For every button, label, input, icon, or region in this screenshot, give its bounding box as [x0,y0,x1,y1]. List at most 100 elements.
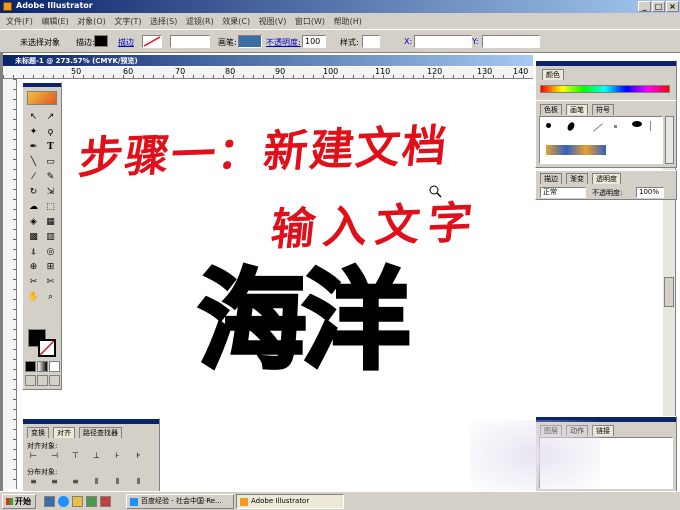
quicklaunch-folder-icon[interactable] [72,496,83,507]
start-button[interactable]: 开始 [2,494,36,509]
tab-stroke[interactable]: 描边 [540,173,562,184]
opacity-link[interactable]: 不透明度: [266,37,301,48]
blend-mode-select[interactable]: 正常 [540,187,586,198]
y-field[interactable] [482,35,540,48]
distribute-left-icon[interactable]: ⦀ [90,477,103,488]
minimize-button[interactable]: _ [638,1,651,12]
stroke-link[interactable]: 描边 [118,37,134,48]
menu-filter[interactable]: 滤镜(R) [186,16,214,27]
maximize-button[interactable]: □ [652,1,665,12]
rotate-tool-icon[interactable]: ↻ [25,184,42,199]
align-vcenter-icon[interactable]: ⊦ [111,451,124,462]
brush-dot-small-icon[interactable] [546,123,551,128]
quicklaunch-extra-icon[interactable] [100,496,111,507]
tools-panel-header[interactable] [23,83,61,87]
none-mode-icon[interactable] [49,361,60,372]
align-panel-header[interactable] [23,419,159,424]
panel-scrollbar[interactable] [665,116,674,164]
warp-tool-icon[interactable]: ☁ [25,199,42,214]
document-title-bar[interactable]: 未标题-1 @ 273.57% (CMYK/预览) [3,55,533,66]
tab-transform[interactable]: 变换 [27,427,49,438]
live-paint-tool-icon[interactable]: ⊕ [25,259,42,274]
tab-symbols[interactable]: 符号 [592,104,614,115]
screen-mode-full-icon[interactable] [49,375,60,386]
quicklaunch-desktop-icon[interactable] [44,496,55,507]
tab-color[interactable]: 颜色 [542,69,564,80]
live-paint-selection-tool-icon[interactable]: ⊞ [42,259,59,274]
blend-tool-icon[interactable]: ◎ [42,244,59,259]
pen-tool-icon[interactable]: ✒ [25,139,42,154]
screen-mode-menu-icon[interactable] [37,375,48,386]
gradient-tool-icon[interactable]: ▥ [42,229,59,244]
magic-wand-tool-icon[interactable]: ✦ [25,124,42,139]
menu-help[interactable]: 帮助(H) [334,16,362,27]
free-transform-tool-icon[interactable]: ⬚ [42,199,59,214]
tab-pathfinder[interactable]: 路径查找器 [79,427,122,438]
style-swatch[interactable] [362,35,380,48]
menu-type[interactable]: 文字(T) [114,16,141,27]
paintbrush-tool-icon[interactable]: ⁄ [25,169,42,184]
align-right-icon[interactable]: ⊤ [69,451,82,462]
tab-transparency[interactable]: 透明度 [592,173,621,184]
stroke-weight-field[interactable] [170,35,210,48]
align-bottom-icon[interactable]: ⊧ [132,451,145,462]
slice-tool-icon[interactable]: ✂ [25,274,42,289]
gradient-mode-icon[interactable] [37,361,48,372]
taskbar-item-illustrator[interactable]: Adobe Illustrator [236,494,344,509]
lasso-tool-icon[interactable]: ϙ [42,124,59,139]
stroke-color-swatch[interactable] [38,339,56,357]
hand-tool-icon[interactable]: ✋ [25,289,42,304]
symbol-sprayer-tool-icon[interactable]: ◈ [25,214,42,229]
color-spectrum[interactable] [540,85,670,93]
selection-tool-icon[interactable]: ↖ [25,109,42,124]
scale-tool-icon[interactable]: ⇲ [42,184,59,199]
eyedropper-tool-icon[interactable]: ⍋ [25,244,42,259]
type-tool-icon[interactable]: T [42,139,59,154]
menu-edit[interactable]: 编辑(E) [41,16,68,27]
tab-gradient[interactable]: 渐变 [566,173,588,184]
mesh-tool-icon[interactable]: ▩ [25,229,42,244]
quicklaunch-media-icon[interactable] [86,496,97,507]
align-top-icon[interactable]: ⊥ [90,451,103,462]
taskbar-item-browser[interactable]: 百度经验 - 社会中国·Re... [126,494,234,509]
menu-window[interactable]: 窗口(W) [295,16,325,27]
main-text[interactable]: 海洋 [196,260,412,384]
brush-swatch[interactable] [238,35,262,48]
brush-fine-icon[interactable] [614,125,617,128]
color-panel-header[interactable] [536,61,676,66]
color-mode-icon[interactable] [25,361,36,372]
x-field[interactable] [414,35,472,48]
align-left-icon[interactable]: ⊢ [27,451,40,462]
distribute-top-icon[interactable]: ≡ [27,477,40,488]
line-tool-icon[interactable]: ╲ [25,154,42,169]
tab-align[interactable]: 对齐 [53,427,75,438]
opacity-field[interactable]: 100 [302,35,326,48]
distribute-bottom-icon[interactable]: ≡ [69,477,82,488]
scrollbar-thumb[interactable] [664,277,674,307]
menu-object[interactable]: 对象(O) [77,16,106,27]
align-hcenter-icon[interactable]: ⊣ [48,451,61,462]
stroke-swatch[interactable] [142,35,162,48]
tab-swatches[interactable]: 色板 [540,104,562,115]
brush-art-icon[interactable] [650,121,651,131]
menu-view[interactable]: 视图(V) [259,16,287,27]
zoom-tool-icon[interactable]: ⌕ [42,289,59,304]
menu-effect[interactable]: 效果(C) [222,16,250,27]
graph-tool-icon[interactable]: ▦ [42,214,59,229]
screen-mode-standard-icon[interactable] [25,375,36,386]
menu-select[interactable]: 选择(S) [150,16,177,27]
quicklaunch-ie-icon[interactable] [58,496,69,507]
rectangle-tool-icon[interactable]: ▭ [42,154,59,169]
distribute-hcenter-icon[interactable]: ⦀ [111,477,124,488]
distribute-right-icon[interactable]: ⦀ [132,477,145,488]
close-button[interactable]: × [666,1,679,12]
tab-brushes[interactable]: 画笔 [566,104,588,115]
window-title-bar[interactable]: Adobe Illustrator _ □ × [0,0,680,13]
distribute-vcenter-icon[interactable]: ≡ [48,477,61,488]
opacity-input[interactable]: 100% [636,187,664,198]
menu-file[interactable]: 文件(F) [6,16,33,27]
fill-swatch[interactable] [94,35,108,47]
pencil-tool-icon[interactable]: ✎ [42,169,59,184]
brush-pattern-icon[interactable] [546,145,606,155]
scissors-tool-icon[interactable]: ✄ [42,274,59,289]
